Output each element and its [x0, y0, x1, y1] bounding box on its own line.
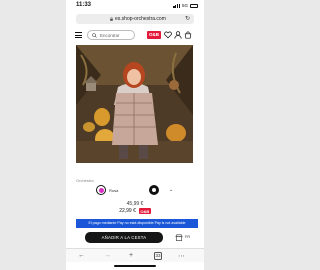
heart-icon[interactable]	[164, 31, 172, 39]
device-frame: 11:33 5G es.shop-orchestra.com ↻ Encontr…	[0, 0, 270, 270]
color-name: Rosa	[109, 188, 119, 193]
add-to-cart-button[interactable]: AÑADIR A LA CESTA	[85, 232, 163, 243]
phone-screen: 11:33 5G es.shop-orchestra.com ↻ Encontr…	[66, 0, 204, 270]
site-logo[interactable]: O&B	[147, 31, 161, 39]
status-bar: 11:33 5G	[66, 0, 204, 12]
color-swatch-pink[interactable]	[96, 185, 106, 195]
tabs-button[interactable]: 33	[154, 252, 162, 260]
browser-toolbar: ← → + 33 ⋯	[66, 248, 204, 262]
brand-label: Orchestra	[76, 178, 94, 183]
chevron-down-icon[interactable]: ⌄	[169, 187, 173, 193]
arrow-left-icon[interactable]: ←	[78, 252, 85, 259]
reload-icon[interactable]: ↻	[185, 15, 190, 22]
store-label: FR	[185, 235, 191, 239]
site-header: Encontrar O&B	[66, 28, 204, 42]
search-input[interactable]: Encontrar	[87, 30, 135, 40]
original-price: 45,99 €	[126, 201, 144, 207]
store-icon[interactable]	[175, 234, 183, 241]
more-icon[interactable]: ⋯	[178, 252, 185, 260]
sale-price: 22,99 €	[119, 208, 136, 214]
account-icon[interactable]	[174, 31, 182, 39]
status-time: 11:33	[76, 2, 92, 8]
cart-icon[interactable]	[184, 31, 192, 39]
plus-icon[interactable]: +	[129, 252, 133, 259]
battery-icon	[190, 3, 198, 8]
home-indicator	[114, 265, 156, 267]
search-icon	[92, 33, 97, 38]
search-placeholder: Encontrar	[100, 33, 120, 38]
payment-banner: El pago mediante Pay no está disponible …	[76, 219, 198, 228]
network-label: 5G	[181, 3, 188, 8]
color-swatch-black[interactable]	[149, 185, 159, 195]
arrow-right-icon[interactable]: →	[104, 252, 111, 259]
price-badge: O&B	[138, 208, 151, 214]
menu-icon[interactable]	[75, 32, 82, 38]
product-image[interactable]	[76, 45, 193, 163]
url-text: es.shop-orchestra.com	[115, 16, 166, 22]
sale-price-row: 22,99 € O&B	[66, 208, 204, 214]
address-bar[interactable]: es.shop-orchestra.com ↻	[76, 14, 194, 24]
status-indicators: 5G	[173, 3, 198, 8]
signal-icon	[173, 3, 180, 8]
product-photo-illustration	[76, 45, 193, 163]
lock-icon	[110, 17, 113, 21]
